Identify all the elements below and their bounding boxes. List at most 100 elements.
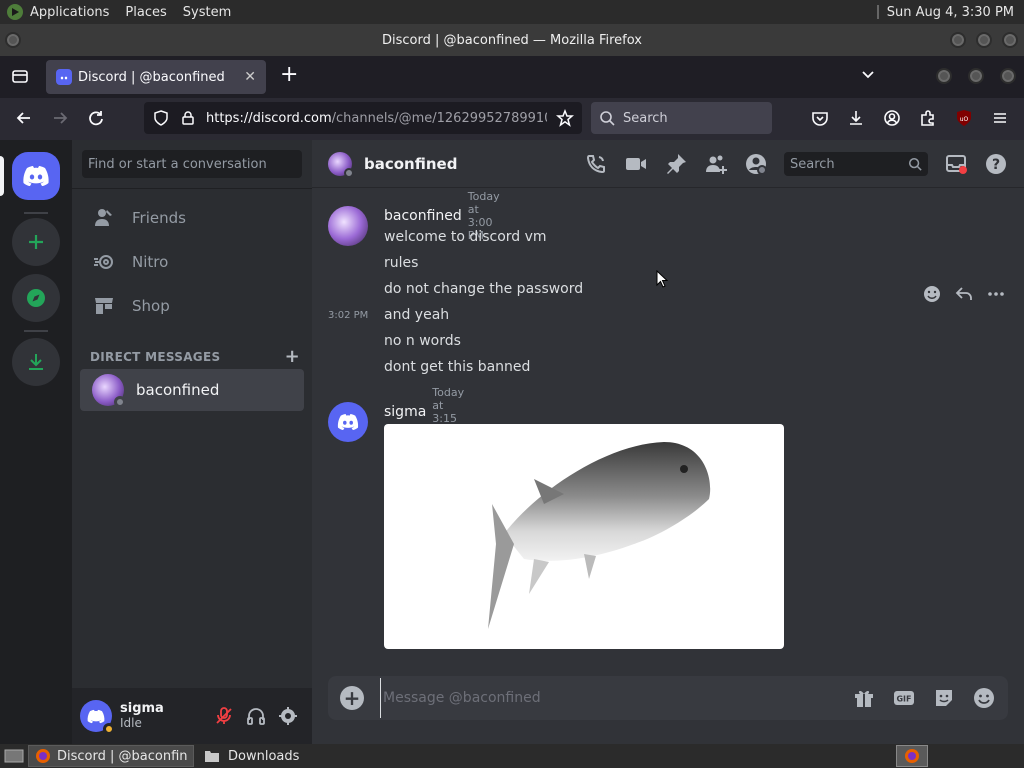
more-options-button[interactable]: [980, 284, 1012, 304]
video-call-icon[interactable]: [624, 152, 648, 176]
download-icon: [25, 351, 47, 373]
hover-timestamp: 3:02 PM: [328, 310, 369, 321]
browser-search-box[interactable]: Search: [591, 102, 772, 134]
pin-icon[interactable]: [664, 152, 688, 176]
tab-strip: Discord | @baconfined ✕ +: [0, 56, 1024, 98]
upload-plus-icon[interactable]: +: [340, 686, 364, 710]
help-icon[interactable]: ?: [984, 152, 1008, 176]
menu-system[interactable]: System: [183, 5, 231, 20]
window-titlebar[interactable]: Discord | @baconfined — Mozilla Firefox: [0, 24, 1024, 56]
taskbar-item-downloads[interactable]: Downloads: [198, 745, 305, 767]
new-tab-icon[interactable]: +: [280, 64, 302, 86]
reload-icon[interactable]: [86, 108, 108, 130]
message-meta: sigma Today at 3:15 PM: [384, 386, 464, 438]
gift-icon[interactable]: [852, 686, 876, 710]
compass-icon: [25, 287, 47, 309]
explore-servers-button[interactable]: [12, 274, 60, 322]
gnome-foot-icon[interactable]: [6, 3, 24, 21]
tab-list-icon[interactable]: [10, 66, 32, 88]
download-apps-button[interactable]: [12, 338, 60, 386]
create-dm-plus-icon[interactable]: +: [285, 346, 300, 367]
inbox-icon[interactable]: [944, 152, 968, 176]
url-bar[interactable]: https://discord.com/channels/@me/1262995…: [144, 102, 582, 134]
show-desktop-icon[interactable]: [4, 748, 24, 764]
reply-button[interactable]: [948, 284, 980, 304]
hamburger-menu-icon[interactable]: [990, 108, 1012, 130]
direct-messages-header: DIRECT MESSAGES +: [90, 346, 300, 367]
taskbar-item-firefox[interactable]: Discord | @baconfin...: [28, 745, 194, 767]
window-control-b[interactable]: [968, 68, 984, 84]
avatar[interactable]: [328, 402, 368, 442]
svg-text:?: ?: [992, 157, 1000, 173]
home-button[interactable]: [12, 152, 60, 200]
image-attachment[interactable]: [384, 424, 784, 649]
message-author[interactable]: sigma: [384, 404, 426, 420]
browser-navbar: https://discord.com/channels/@me/1262995…: [0, 98, 1024, 140]
dm-item-baconfined[interactable]: baconfined: [80, 369, 304, 411]
pocket-icon[interactable]: [810, 108, 832, 130]
plus-icon: [26, 232, 46, 252]
lock-icon[interactable]: [180, 110, 196, 126]
microphone-muted-icon: [214, 706, 234, 726]
forward-icon[interactable]: [50, 108, 72, 130]
close-tab-icon[interactable]: ✕: [244, 69, 256, 85]
window-control-c[interactable]: [1000, 68, 1016, 84]
chat-search-input[interactable]: Search: [784, 152, 928, 176]
emoji-icon: [922, 284, 942, 304]
window-menu-button[interactable]: [5, 32, 21, 48]
gif-icon[interactable]: GIF: [892, 686, 916, 710]
nav-nitro[interactable]: Nitro: [80, 241, 304, 283]
message-line: dont get this banned: [384, 359, 531, 375]
headphones-icon: [246, 706, 266, 726]
clock[interactable]: Sun Aug 4, 3:30 PM: [887, 5, 1014, 20]
tab-discord[interactable]: Discord | @baconfined ✕: [46, 60, 266, 94]
nav-friends[interactable]: Friends: [80, 197, 304, 239]
add-server-button[interactable]: [12, 218, 60, 266]
menu-applications[interactable]: Applications: [30, 5, 109, 20]
voice-call-icon[interactable]: [584, 152, 608, 176]
search-icon: [599, 110, 615, 126]
nav-nitro-label: Nitro: [132, 253, 169, 271]
shield-icon[interactable]: [152, 109, 170, 127]
find-conversation-button[interactable]: Find or start a conversation: [82, 150, 302, 178]
emoji-picker-icon[interactable]: [972, 686, 996, 710]
close-window-button[interactable]: [1002, 32, 1018, 48]
workspace-switcher[interactable]: [896, 745, 928, 767]
back-icon[interactable]: [14, 108, 36, 130]
sticker-icon[interactable]: [932, 686, 956, 710]
user-avatar[interactable]: [80, 700, 115, 735]
svg-text:GIF: GIF: [896, 695, 911, 704]
add-reaction-button[interactable]: [916, 284, 948, 304]
message-body: baconfined Today at 3:00 PM: [384, 190, 500, 242]
account-icon[interactable]: [882, 108, 904, 130]
message-body: sigma Today at 3:15 PM: [384, 386, 464, 438]
avatar[interactable]: [328, 206, 368, 246]
tab-title: Discord | @baconfined: [78, 69, 225, 85]
maximize-button[interactable]: [976, 32, 992, 48]
downloads-icon[interactable]: [846, 108, 868, 130]
header-avatar: [328, 151, 354, 178]
extensions-icon[interactable]: [918, 108, 940, 130]
user-profile-icon[interactable]: [744, 152, 768, 176]
deafen-button[interactable]: [240, 700, 272, 732]
message-hover-actions: [916, 282, 1012, 306]
user-name-block[interactable]: sigma Idle: [120, 701, 164, 731]
mute-button[interactable]: [208, 700, 240, 732]
reply-icon: [954, 284, 974, 304]
user-settings-button[interactable]: [272, 700, 304, 732]
tab-overflow-chevron-icon[interactable]: [860, 66, 882, 88]
message-composer: + GIF: [328, 676, 1008, 720]
message-author[interactable]: baconfined: [384, 208, 462, 224]
chat-search-placeholder: Search: [790, 156, 835, 172]
add-friends-to-dm-icon[interactable]: [704, 152, 728, 176]
chat-recipient-name[interactable]: baconfined: [364, 155, 457, 173]
message-input[interactable]: [380, 678, 836, 718]
direct-messages-label: DIRECT MESSAGES: [90, 349, 221, 364]
nav-shop[interactable]: Shop: [80, 285, 304, 327]
ublock-icon[interactable]: uO: [954, 108, 976, 130]
minimize-button[interactable]: [950, 32, 966, 48]
bookmark-star-icon[interactable]: [556, 109, 574, 127]
discord-logo-icon: [21, 165, 51, 187]
window-control-a[interactable]: [936, 68, 952, 84]
menu-places[interactable]: Places: [125, 5, 166, 20]
